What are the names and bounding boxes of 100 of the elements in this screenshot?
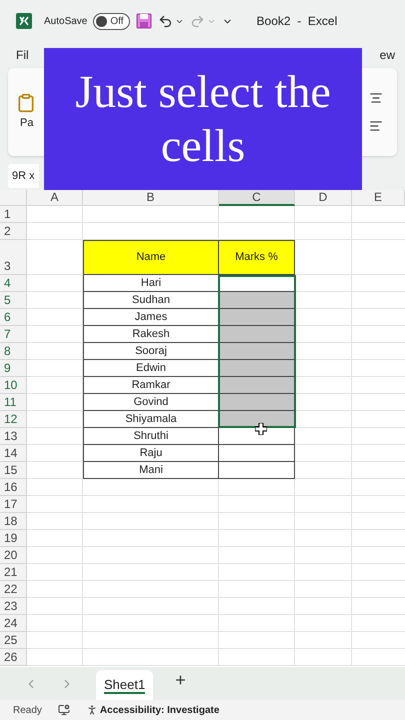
grid-cell[interactable]	[83, 564, 219, 581]
grid-cell[interactable]	[295, 206, 352, 223]
grid-cell[interactable]	[295, 581, 352, 598]
select-all-corner[interactable]	[0, 190, 27, 206]
table-cell[interactable]	[219, 428, 295, 445]
grid-cell[interactable]	[27, 581, 83, 598]
grid-cell[interactable]	[295, 240, 352, 275]
add-sheet-button[interactable]: +	[175, 667, 186, 694]
table-cell[interactable]	[219, 462, 295, 479]
paste-icon[interactable]	[16, 92, 36, 113]
grid-cell[interactable]	[219, 632, 295, 649]
grid-cell[interactable]	[219, 513, 295, 530]
grid-cell[interactable]	[83, 581, 219, 598]
grid-cell[interactable]	[83, 547, 219, 564]
column-header[interactable]: B	[83, 190, 219, 206]
grid-cell[interactable]	[219, 206, 295, 223]
grid-cell[interactable]	[295, 360, 352, 377]
grid-cell[interactable]	[83, 206, 219, 223]
name-box[interactable]: 9R x	[8, 164, 39, 188]
grid-cell[interactable]	[295, 462, 352, 479]
grid-cell[interactable]	[295, 598, 352, 615]
column-header[interactable]: C	[219, 190, 295, 206]
row-header[interactable]: 26	[0, 649, 27, 666]
grid-cell[interactable]	[295, 377, 352, 394]
sheet-tab[interactable]: Sheet1	[96, 670, 154, 700]
table-cell[interactable]	[219, 343, 295, 360]
grid-cell[interactable]	[83, 530, 219, 547]
row-header[interactable]: 22	[0, 581, 27, 598]
grid-cell[interactable]	[295, 632, 352, 649]
grid-cell[interactable]	[27, 547, 83, 564]
grid-cell[interactable]	[83, 615, 219, 632]
grid-cell[interactable]	[27, 513, 83, 530]
undo-icon[interactable]	[158, 14, 173, 28]
row-header[interactable]: 21	[0, 564, 27, 581]
grid-cell[interactable]	[295, 343, 352, 360]
grid-cell[interactable]	[295, 411, 352, 428]
column-header[interactable]: D	[295, 190, 352, 206]
grid-cell[interactable]	[219, 479, 295, 496]
grid-cell[interactable]	[295, 513, 352, 530]
grid-cell[interactable]	[295, 615, 352, 632]
grid-cell[interactable]	[27, 206, 83, 223]
row-header[interactable]: 24	[0, 615, 27, 632]
row-header[interactable]: 13	[0, 428, 27, 445]
ribbon-tab[interactable]: ew	[380, 46, 395, 64]
grid-cell[interactable]	[83, 496, 219, 513]
autosave-toggle[interactable]: Off	[93, 12, 130, 30]
grid-cell[interactable]	[295, 292, 352, 309]
grid-cell[interactable]	[83, 649, 219, 666]
table-cell[interactable]	[219, 309, 295, 326]
table-cell[interactable]	[219, 445, 295, 462]
row-header[interactable]: 19	[0, 530, 27, 547]
column-header[interactable]: A	[27, 190, 83, 206]
grid-cell[interactable]	[295, 564, 352, 581]
table-cell[interactable]	[219, 292, 295, 309]
grid-cell[interactable]	[295, 547, 352, 564]
grid-cell[interactable]	[295, 445, 352, 462]
macro-recording-icon[interactable]	[58, 704, 70, 716]
accessibility-status[interactable]: Accessibility: Investigate	[100, 702, 220, 718]
row-header[interactable]: 5	[0, 292, 27, 309]
save-icon[interactable]	[136, 13, 152, 29]
row-header[interactable]: 10	[0, 377, 27, 394]
grid-cell[interactable]	[219, 530, 295, 547]
grid-cell[interactable]	[27, 615, 83, 632]
ribbon-tab[interactable]: Fil	[16, 46, 29, 64]
grid-cell[interactable]	[219, 581, 295, 598]
row-header[interactable]: 9	[0, 360, 27, 377]
row-header[interactable]: 3	[0, 240, 27, 275]
align-left-icon[interactable]	[369, 119, 383, 133]
grid-cell[interactable]	[27, 598, 83, 615]
row-header[interactable]: 23	[0, 598, 27, 615]
grid-cell[interactable]	[27, 632, 83, 649]
row-header[interactable]: 17	[0, 496, 27, 513]
row-header[interactable]: 7	[0, 326, 27, 343]
grid-cell[interactable]	[219, 615, 295, 632]
grid-cell[interactable]	[83, 513, 219, 530]
row-header[interactable]: 8	[0, 343, 27, 360]
row-header[interactable]: 14	[0, 445, 27, 462]
grid-cell[interactable]	[219, 547, 295, 564]
grid-cell[interactable]	[83, 598, 219, 615]
grid-cell[interactable]	[295, 394, 352, 411]
row-header[interactable]: 25	[0, 632, 27, 649]
grid-cell[interactable]	[27, 223, 83, 240]
table-cell[interactable]	[219, 360, 295, 377]
grid-cell[interactable]	[295, 223, 352, 240]
grid-cell[interactable]	[83, 479, 219, 496]
column-header[interactable]: E	[352, 190, 405, 206]
grid-cell[interactable]	[219, 564, 295, 581]
grid-cell[interactable]	[27, 649, 83, 666]
accessibility-icon[interactable]	[86, 704, 98, 716]
row-header[interactable]: 18	[0, 513, 27, 530]
row-header[interactable]: 2	[0, 223, 27, 240]
grid-cell[interactable]	[295, 326, 352, 343]
table-cell[interactable]	[219, 326, 295, 343]
row-header[interactable]: 1	[0, 206, 27, 223]
grid-cell[interactable]	[295, 428, 352, 445]
grid-cell[interactable]	[219, 598, 295, 615]
grid-cell[interactable]	[83, 632, 219, 649]
grid-cell[interactable]	[295, 479, 352, 496]
grid-cell[interactable]	[295, 530, 352, 547]
table-cell[interactable]	[219, 377, 295, 394]
